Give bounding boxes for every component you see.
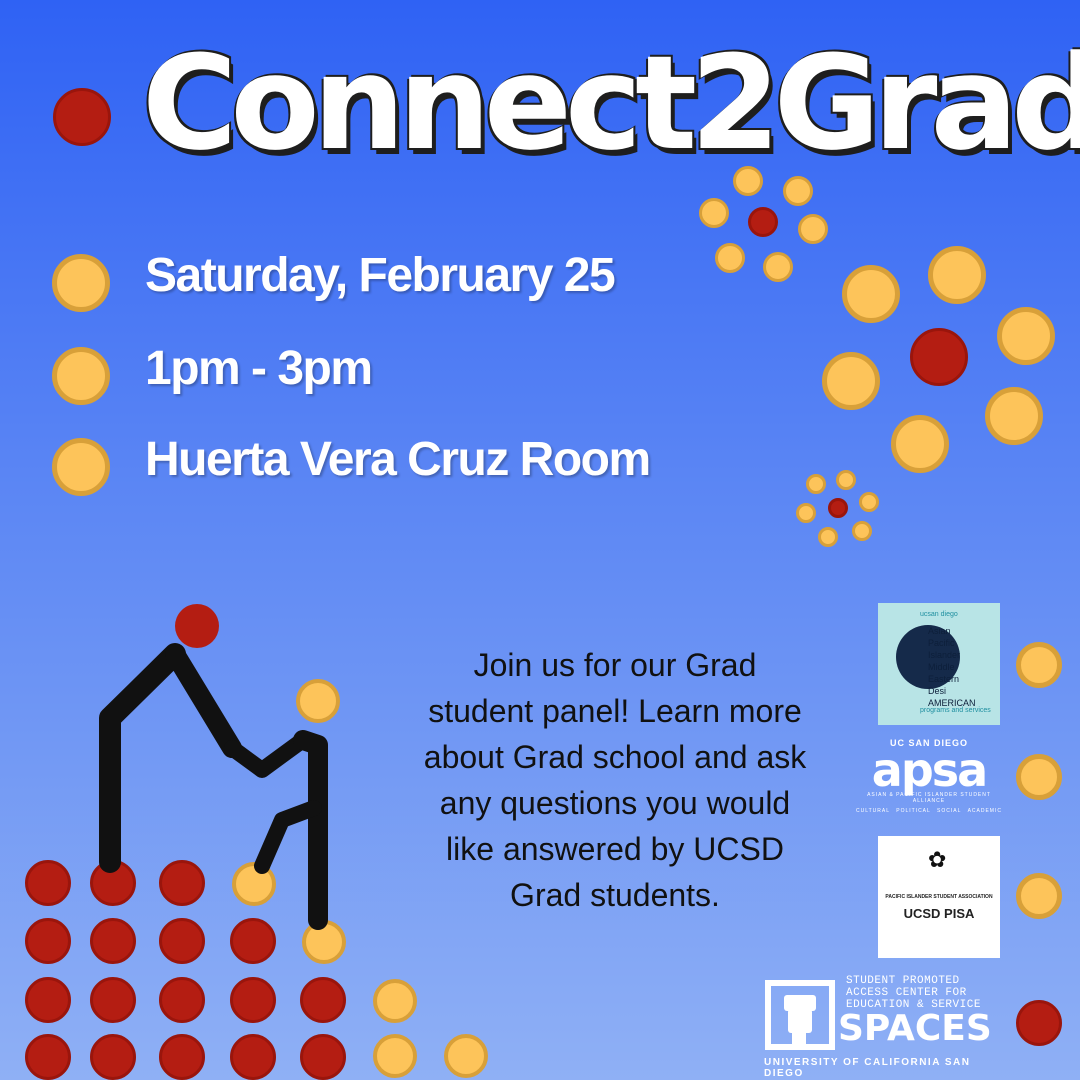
- apimeda-line: Eastern: [928, 674, 960, 684]
- apsa-pillar: SOCIAL: [937, 808, 962, 814]
- spaces-name: SPACES: [838, 1008, 992, 1049]
- side-dot-icon: [1016, 873, 1062, 919]
- apsa-pillar: POLITICAL: [896, 808, 931, 814]
- apimeda-words: Asian Pacific Islander Middle Eastern De…: [928, 625, 976, 709]
- pisa-association: PACIFIC ISLANDER STUDENT ASSOCIATION: [885, 894, 993, 900]
- apsa-logo: UC SAN DIEGO apsa ASIAN & PACIFIC ISLAND…: [856, 738, 1002, 818]
- side-dot-icon: [1016, 642, 1062, 688]
- poster: Connect2Grad Saturday, February 25 1pm -…: [0, 0, 1080, 1080]
- raised-fist-icon: [765, 980, 835, 1050]
- event-time: 1pm - 3pm: [145, 342, 373, 395]
- location-bullet-icon: [52, 438, 110, 496]
- apsa-pillar: CULTURAL: [856, 808, 891, 814]
- event-date: Saturday, February 25: [145, 249, 616, 302]
- pisa-logo: ✿ PACIFIC ISLANDER STUDENT ASSOCIATION U…: [878, 836, 1000, 958]
- title-red-dot-icon: [53, 88, 111, 146]
- apimeda-line: Islander: [928, 650, 961, 660]
- apimeda-logo: ucsan diego Asian Pacific Islander Middl…: [878, 603, 1000, 725]
- apsa-name: apsa: [871, 743, 988, 797]
- spaces-tagline-line: ACCESS CENTER FOR: [846, 987, 967, 999]
- flower-icon: ✿: [928, 848, 947, 873]
- apsa-pillar: ACADEMIC: [967, 808, 1002, 814]
- pisa-name: UCSD PISA: [903, 906, 975, 921]
- apimeda-line: Middle: [928, 662, 955, 672]
- time-bullet-icon: [52, 347, 110, 405]
- apimeda-line: Pacific: [928, 638, 955, 648]
- apsa-pillars: CULTURAL POLITICAL SOCIAL ACADEMIC: [856, 808, 1002, 814]
- apimeda-top-caption: ucsan diego: [920, 611, 958, 618]
- event-title: Connect2Grad: [142, 27, 1080, 179]
- spaces-tagline-line: STUDENT PROMOTED: [846, 975, 960, 987]
- event-description: Join us for our Grad student panel! Lear…: [423, 647, 807, 913]
- apimeda-line: Asian: [928, 626, 951, 636]
- side-dot-icon: [1016, 1000, 1062, 1046]
- spaces-university: UNIVERSITY OF CALIFORNIA SAN DIEGO: [764, 1057, 971, 1079]
- apsa-subtitle: ASIAN & PACIFIC ISLANDER STUDENT ALLIANC…: [867, 792, 991, 804]
- side-dot-icon: [1016, 754, 1062, 800]
- date-bullet-icon: [52, 254, 110, 312]
- apimeda-line: Desi: [928, 686, 947, 696]
- spaces-tagline: STUDENT PROMOTED ACCESS CENTER FOR EDUCA…: [846, 975, 981, 1011]
- spaces-logo: STUDENT PROMOTED ACCESS CENTER FOR EDUCA…: [760, 975, 1004, 1079]
- event-location: Huerta Vera Cruz Room: [145, 433, 651, 486]
- apimeda-bottom-caption: programs and services: [920, 707, 991, 714]
